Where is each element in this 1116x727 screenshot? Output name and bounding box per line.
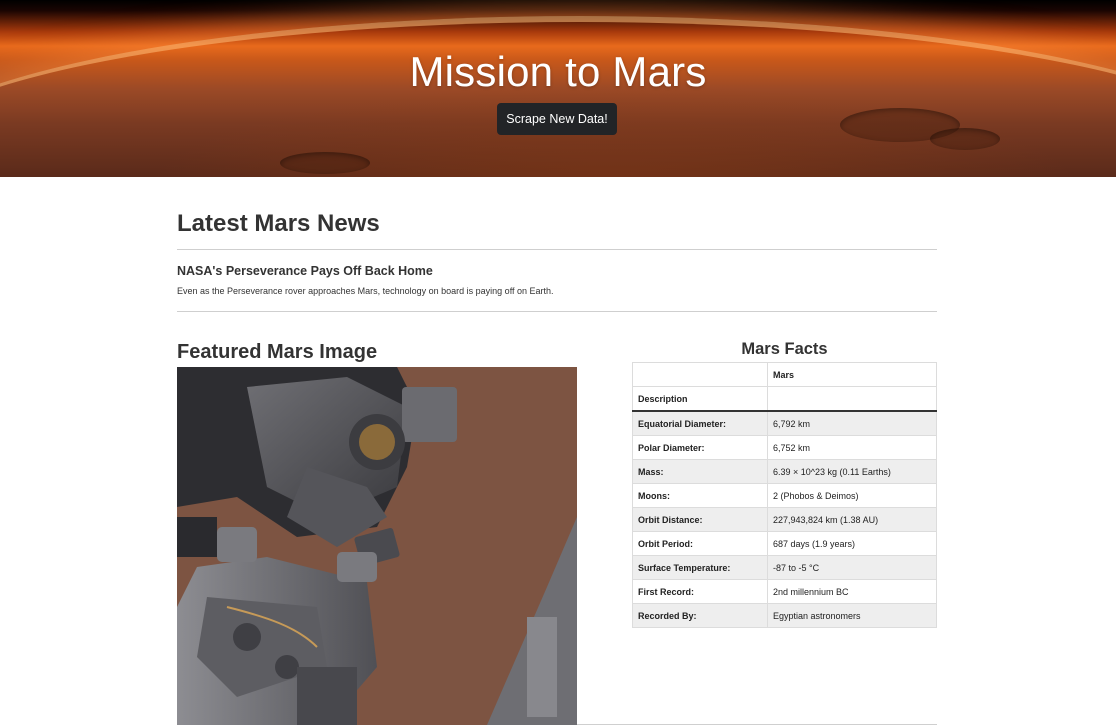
row-label: First Record: (632, 579, 768, 604)
featured-image-heading: Featured Mars Image (177, 341, 378, 363)
facts-table: Mars Description Equatorial Diameter: 6,7… (632, 362, 937, 628)
divider (177, 249, 937, 250)
row-label: Surface Temperature: (632, 555, 768, 580)
row-value: 2nd millennium BC (767, 579, 937, 604)
row-value: -87 to -5 °C (767, 555, 937, 580)
divider (577, 724, 937, 725)
row-label: Equatorial Diameter: (632, 410, 768, 436)
row-label: Moons: (632, 483, 768, 508)
table-row: Mass: 6.39 × 10^23 kg (0.11 Earths) (632, 459, 937, 484)
row-label: Recorded By: (632, 603, 768, 628)
table-header-blank (767, 386, 937, 412)
table-row: Equatorial Diameter: 6,792 km (632, 410, 937, 436)
table-header-empty (632, 362, 768, 387)
crater (280, 152, 370, 174)
table-row: Orbit Period: 687 days (1.9 years) (632, 531, 937, 556)
row-value: 227,943,824 km (1.38 AU) (767, 507, 937, 532)
featured-mars-image[interactable] (177, 367, 577, 725)
table-row: First Record: 2nd millennium BC (632, 579, 937, 604)
row-label: Polar Diameter: (632, 435, 768, 460)
rover-image (177, 367, 577, 725)
hero-banner: Mission to Mars Scrape New Data! (0, 0, 1116, 177)
facts-title: Mars Facts (741, 340, 828, 358)
row-label: Mass: (632, 459, 768, 484)
table-row: Moons: 2 (Phobos & Deimos) (632, 483, 937, 508)
scrape-new-data-button[interactable]: Scrape New Data! (497, 103, 617, 135)
crater (930, 128, 1000, 150)
row-value: 6,792 km (767, 410, 937, 436)
table-row: Surface Temperature: -87 to -5 °C (632, 555, 937, 580)
page-title: Mission to Mars (409, 48, 707, 95)
row-label: Orbit Distance: (632, 507, 768, 532)
row-value: 6.39 × 10^23 kg (0.11 Earths) (767, 459, 937, 484)
news-title: NASA's Perseverance Pays Off Back Home (177, 264, 433, 278)
row-value: 6,752 km (767, 435, 937, 460)
row-value: 2 (Phobos & Deimos) (767, 483, 937, 508)
divider (177, 311, 937, 312)
row-value: Egyptian astronomers (767, 603, 937, 628)
table-header-description: Description (632, 386, 768, 412)
news-paragraph: Even as the Perseverance rover approache… (177, 286, 554, 296)
table-row: Orbit Distance: 227,943,824 km (1.38 AU) (632, 507, 937, 532)
table-header-mars: Mars (767, 362, 937, 387)
news-heading: Latest Mars News (177, 210, 380, 237)
row-label: Orbit Period: (632, 531, 768, 556)
mars-horizon (0, 16, 1116, 177)
table-row: Recorded By: Egyptian astronomers (632, 603, 937, 628)
row-value: 687 days (1.9 years) (767, 531, 937, 556)
table-row: Polar Diameter: 6,752 km (632, 435, 937, 460)
